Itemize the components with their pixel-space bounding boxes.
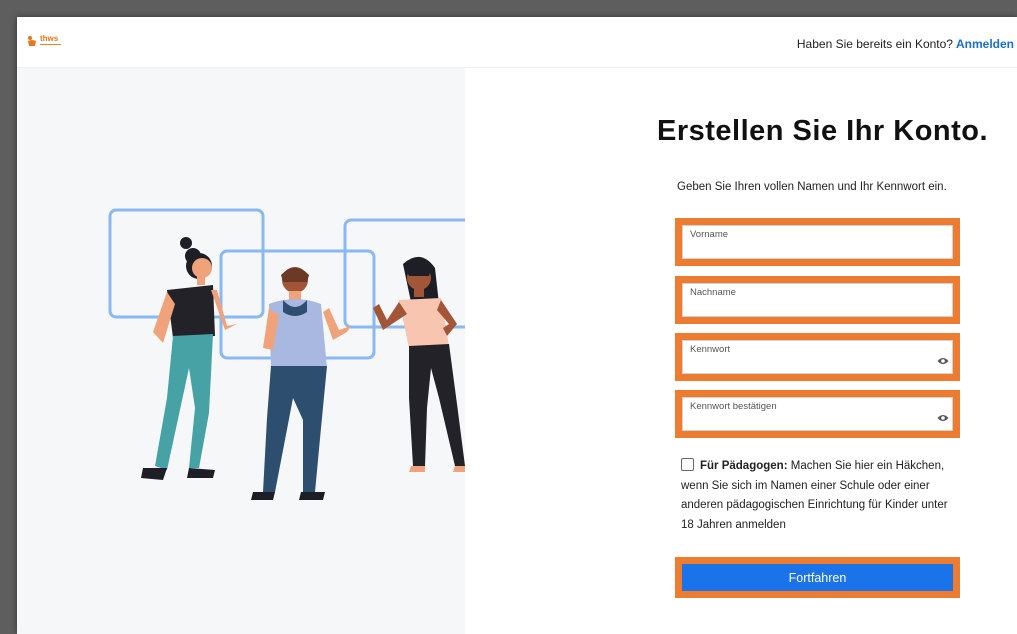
last-name-input[interactable] — [683, 284, 952, 316]
password-highlight: Kennwort — [675, 333, 960, 381]
signin-prompt: Haben Sie bereits ein Konto? Anmelden — [797, 37, 1014, 51]
confirm-password-field[interactable]: Kennwort bestätigen — [682, 397, 953, 431]
eye-icon[interactable] — [937, 414, 949, 422]
educator-label-bold: Für Pädagogen: — [700, 460, 788, 472]
password-field[interactable]: Kennwort — [682, 340, 953, 374]
logo-subtext: ▬▬▬▬▬▬▬ — [40, 42, 61, 46]
eye-icon[interactable] — [937, 357, 949, 365]
page-title: Erstellen Sie Ihr Konto. — [657, 115, 989, 147]
signin-link[interactable]: Anmelden — [956, 37, 1014, 51]
last-name-field[interactable]: Nachname — [682, 283, 953, 317]
confirm-password-input[interactable] — [683, 398, 952, 430]
educator-option: Für Pädagogen: Machen Sie hier ein Häkch… — [681, 457, 961, 535]
logo[interactable]: thws ▬▬▬▬▬▬▬ — [27, 35, 61, 47]
continue-button[interactable]: Fortfahren — [682, 564, 953, 591]
top-bar: thws ▬▬▬▬▬▬▬ Haben Sie bereits ein Konto… — [17, 17, 1017, 68]
confirm-password-highlight: Kennwort bestätigen — [675, 390, 960, 438]
first-name-highlight: Vorname — [675, 218, 960, 266]
browser-window: thws ▬▬▬▬▬▬▬ Haben Sie bereits ein Konto… — [17, 17, 1017, 634]
illustration-panel — [17, 68, 465, 634]
submit-highlight: Fortfahren — [675, 557, 960, 598]
last-name-highlight: Nachname — [675, 276, 960, 324]
educator-checkbox[interactable] — [681, 458, 694, 471]
page-subtitle: Geben Sie Ihren vollen Namen und Ihr Ken… — [677, 181, 947, 193]
first-name-input[interactable] — [683, 226, 952, 258]
password-input[interactable] — [683, 341, 952, 373]
people-illustration — [108, 208, 465, 500]
first-name-field[interactable]: Vorname — [682, 225, 953, 259]
signin-prompt-text: Haben Sie bereits ein Konto? — [796, 37, 953, 51]
thws-logo-icon — [28, 36, 36, 46]
